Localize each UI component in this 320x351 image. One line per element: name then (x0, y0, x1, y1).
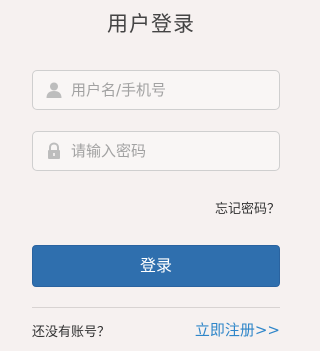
username-input[interactable] (71, 81, 271, 99)
page-title: 用户登录 (107, 12, 195, 36)
login-button[interactable]: 登录 (32, 245, 280, 287)
divider (32, 307, 280, 308)
username-field[interactable] (32, 70, 280, 110)
no-account-label: 还没有账号？ (32, 325, 111, 340)
lock-icon (43, 140, 65, 162)
login-panel: 用户登录 忘记密码？ 登录 还没有账号？ 立即注册>> (0, 0, 302, 351)
password-field[interactable] (32, 131, 280, 171)
password-input[interactable] (71, 142, 271, 160)
forgot-password-link[interactable]: 忘记密码？ (215, 198, 280, 217)
register-link[interactable]: 立即注册>> (195, 319, 280, 340)
user-icon (43, 79, 65, 101)
